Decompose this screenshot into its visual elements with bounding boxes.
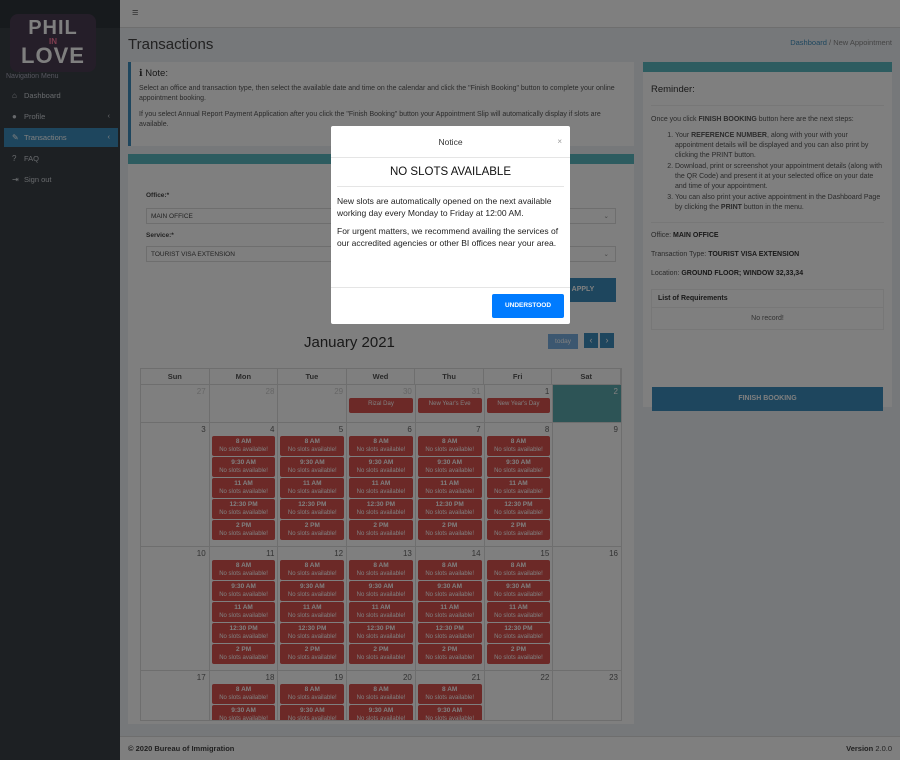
modal-text-2: For urgent matters, we recommend availin…	[337, 226, 559, 248]
modal-body: New slots are automatically opened on th…	[331, 187, 570, 249]
understood-button[interactable]: UNDERSTOOD	[492, 294, 564, 318]
modal-backdrop[interactable]	[0, 0, 900, 760]
modal-header: Notice ×	[331, 126, 570, 158]
modal-title: NO SLOTS AVAILABLE	[337, 158, 564, 187]
modal-text-1: New slots are automatically opened on th…	[337, 196, 552, 218]
modal-footer: UNDERSTOOD	[331, 287, 570, 324]
close-icon[interactable]: ×	[557, 126, 562, 158]
modal-header-title: Notice	[438, 137, 463, 147]
notice-modal: Notice × NO SLOTS AVAILABLE New slots ar…	[331, 126, 570, 324]
